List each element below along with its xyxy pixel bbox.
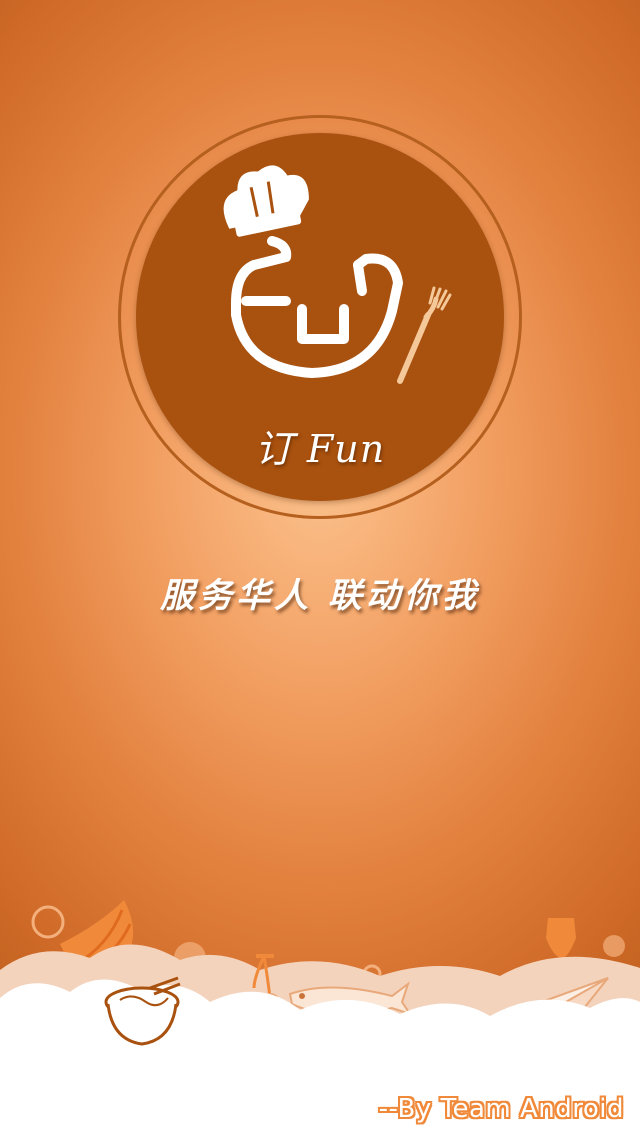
credit-text: --By Team Android: [378, 1094, 624, 1124]
app-name: 订 Fun: [254, 427, 386, 471]
splash-screen: 订 Fun 服务华人 联动你我 --By Team Android: [0, 0, 640, 1136]
smiley-face-logo: [231, 236, 403, 378]
slogan: 服务华人 联动你我: [160, 576, 480, 616]
chef-hat-icon: [223, 165, 309, 237]
fork-icon: [397, 286, 452, 384]
